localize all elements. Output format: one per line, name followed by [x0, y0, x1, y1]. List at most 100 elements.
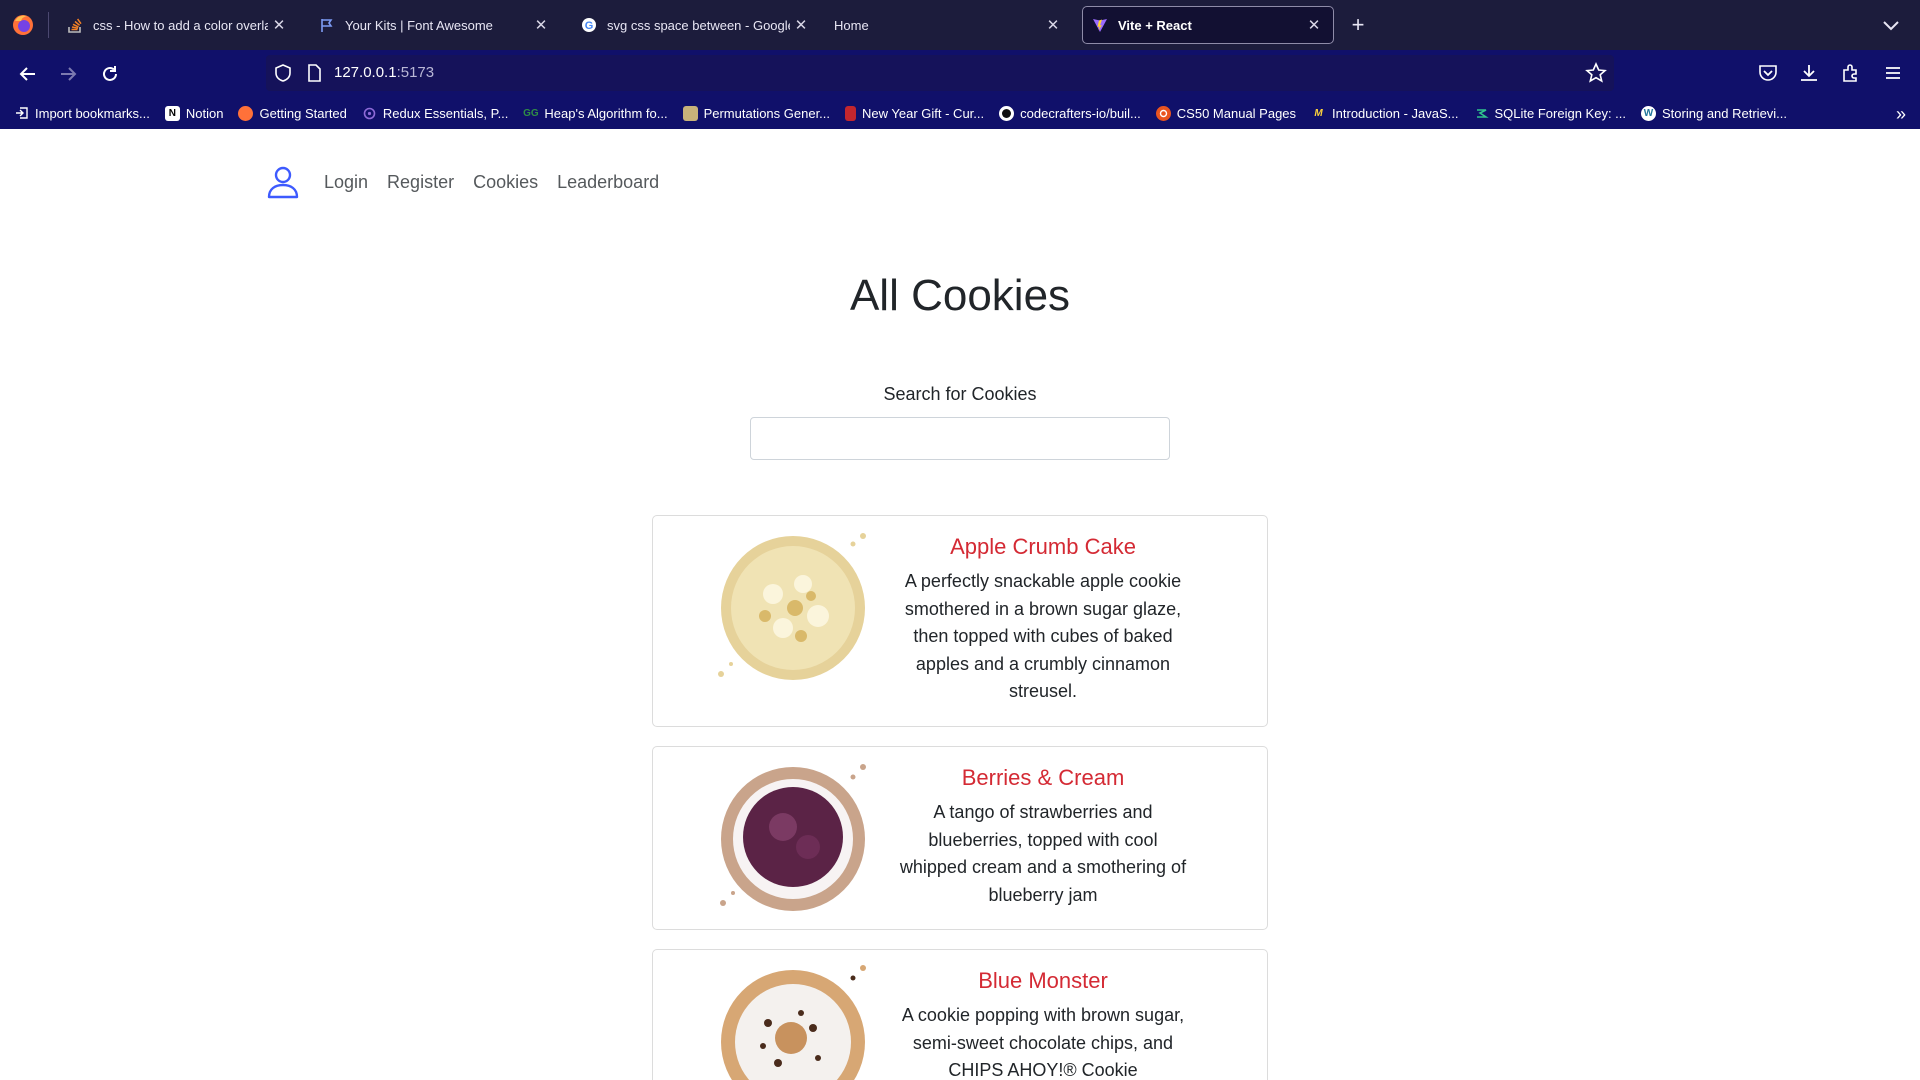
wordpress-icon: W [1641, 105, 1657, 121]
chevron-down-icon[interactable] [1880, 14, 1902, 36]
bookmark-import[interactable]: Import bookmarks... [14, 106, 150, 121]
nav-register-link[interactable]: Register [387, 172, 454, 193]
close-icon[interactable]: ✕ [1303, 16, 1325, 34]
sqlite-icon [1474, 106, 1489, 121]
tab-title: svg css space between - Google [607, 17, 790, 33]
page-content: Login Register Cookies Leaderboard All C… [0, 129, 1920, 1080]
firefox-icon [238, 105, 254, 121]
bookmark-label: CS50 Manual Pages [1176, 105, 1297, 121]
close-icon[interactable]: ✕ [530, 16, 552, 34]
bookmark-redux[interactable]: Redux Essentials, P... [362, 105, 509, 121]
bookmark-javascript-intro[interactable]: M Introduction - JavaS... [1311, 106, 1458, 121]
vite-icon [1091, 16, 1109, 34]
bookmark-label: Introduction - JavaS... [1332, 105, 1459, 121]
cookie-card[interactable]: Berries & Cream A tango of strawberries … [652, 746, 1268, 930]
star-icon[interactable] [1585, 62, 1607, 84]
bookmark-label: Heap's Algorithm fo... [544, 105, 668, 121]
nav-login-link[interactable]: Login [324, 172, 368, 193]
tab-title: Your Kits | Font Awesome [345, 17, 493, 33]
cookie-name: Berries & Cream [961, 765, 1125, 790]
address-bar[interactable] [266, 55, 1614, 91]
tab-google-search[interactable]: G svg css space between - Google ✕ [572, 6, 820, 44]
close-icon[interactable]: ✕ [790, 16, 812, 34]
cookie-card[interactable]: Blue Monster A cookie popping with brown… [652, 949, 1268, 1080]
cookie-card-body: Blue Monster A cookie popping with brown… [893, 968, 1193, 1080]
bookmark-label: Redux Essentials, P... [382, 105, 509, 121]
nav-cookies-link[interactable]: Cookies [473, 172, 538, 193]
bookmark-new-year-gift[interactable]: New Year Gift - Cur... [845, 105, 985, 121]
bookmark-heaps-algorithm[interactable]: GG Heap's Algorithm fo... [523, 106, 667, 121]
forward-button[interactable] [56, 62, 80, 86]
extensions-icon[interactable] [1840, 62, 1862, 84]
bookmark-cs50[interactable]: CS50 Manual Pages [1155, 105, 1297, 121]
bookmark-label: New Year Gift - Cur... [862, 105, 985, 121]
site-navbar: Login Register Cookies Leaderboard [266, 165, 678, 199]
stackoverflow-icon [66, 16, 84, 34]
cookie-description: A perfectly snackable apple cookie smoth… [904, 571, 1182, 701]
page-info-icon[interactable] [304, 63, 324, 83]
mdn-icon: M [1314, 107, 1323, 119]
arrow-right-icon [61, 67, 77, 81]
pocket-icon[interactable] [1757, 62, 1779, 84]
new-tab-button[interactable]: + [1345, 12, 1371, 38]
url-text[interactable]: 127.0.0.1:5173 [334, 64, 434, 81]
bookmark-permutations[interactable]: Permutations Gener... [682, 105, 831, 121]
menu-icon[interactable] [1882, 62, 1904, 84]
tab-stackoverflow[interactable]: css - How to add a color overlay ✕ [58, 6, 298, 44]
close-icon[interactable]: ✕ [268, 16, 290, 34]
cookie-card[interactable]: Apple Crumb Cake A perfectly snackable a… [652, 515, 1268, 727]
chevron-double-right-icon[interactable]: » [1896, 104, 1906, 125]
bookmark-label: Import bookmarks... [35, 105, 150, 121]
tab-title: Vite + React [1118, 17, 1192, 33]
ubuntu-icon [1155, 105, 1171, 121]
search-input[interactable] [750, 417, 1170, 460]
arrow-left-icon [19, 67, 35, 81]
bookmark-codecrafters[interactable]: codecrafters-io/buil... [999, 105, 1141, 121]
url-host: 127.0.0.1 [334, 64, 397, 81]
bookmark-label: SQLite Foreign Key: ... [1494, 105, 1627, 121]
url-port: :5173 [396, 64, 435, 81]
tab-vite-react[interactable]: Vite + React ✕ [1082, 6, 1334, 44]
page-title: All Cookies [849, 271, 1071, 320]
berries-cream-cookie-image [720, 764, 866, 911]
close-icon[interactable]: ✕ [1042, 16, 1064, 34]
tab-home[interactable]: Home ✕ [826, 6, 1072, 44]
cookie-name: Apple Crumb Cake [950, 534, 1136, 559]
reload-button[interactable] [98, 62, 122, 86]
browser-tab-bar: css - How to add a color overlay ✕ Your … [0, 0, 1920, 50]
download-icon[interactable] [1798, 62, 1820, 84]
tab-separator [48, 12, 49, 38]
bookmark-label: Notion [185, 105, 224, 121]
svg-text:G: G [585, 20, 594, 32]
cookie-name: Blue Monster [978, 968, 1108, 993]
search-label: Search for Cookies [883, 384, 1037, 404]
user-icon[interactable] [266, 165, 300, 199]
nav-leaderboard-link[interactable]: Leaderboard [557, 172, 659, 193]
redux-icon [362, 106, 377, 121]
notion-icon: N [164, 105, 180, 121]
bookmark-sqlite[interactable]: SQLite Foreign Key: ... [1474, 105, 1627, 121]
bookmarks-bar: Import bookmarks... N Notion Getting Star… [0, 97, 1920, 129]
bookmark-notion[interactable]: N Notion [164, 105, 224, 121]
github-icon [999, 105, 1015, 121]
geeksforgeeks-icon: GG [523, 107, 539, 119]
back-button[interactable] [16, 62, 40, 86]
tab-font-awesome[interactable]: Your Kits | Font Awesome ✕ [310, 6, 560, 44]
bookmark-getting-started[interactable]: Getting Started [238, 105, 347, 121]
import-icon [14, 106, 29, 121]
tab-title: Home [834, 17, 869, 33]
fontawesome-flag-icon [318, 16, 336, 34]
blue-monster-cookie-image [721, 965, 866, 1080]
cookie-card-body: Berries & Cream A tango of strawberries … [893, 765, 1193, 909]
bookmark-label: Permutations Gener... [703, 105, 831, 121]
bookmark-label: Getting Started [259, 105, 347, 121]
tab-title: css - How to add a color overlay [93, 17, 268, 33]
image-icon [682, 105, 698, 121]
firefox-logo-icon[interactable] [10, 12, 36, 38]
shield-icon[interactable] [273, 63, 293, 83]
book-icon [845, 105, 857, 121]
bookmark-storing-retrieving[interactable]: W Storing and Retrievi... [1641, 105, 1788, 121]
apple-crumb-cake-cookie-image [718, 533, 866, 680]
cookie-description: A tango of strawberries and blueberries,… [899, 802, 1187, 905]
bookmark-label: Storing and Retrievi... [1662, 105, 1788, 121]
